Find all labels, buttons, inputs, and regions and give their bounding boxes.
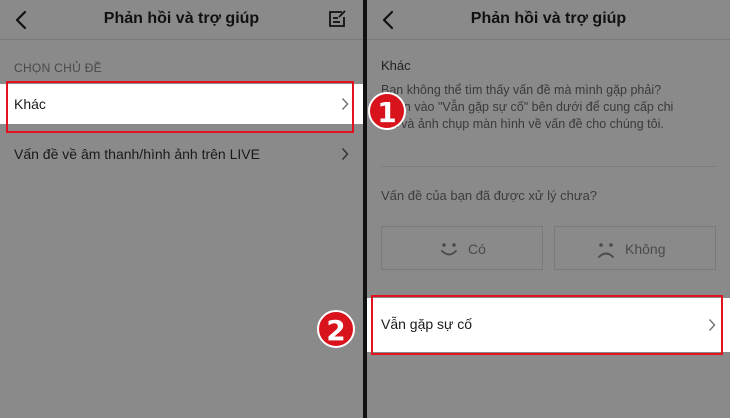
topic-item-live-av[interactable]: Vấn đề về âm thanh/hình ảnh trên LIVE	[0, 134, 363, 174]
header: Phản hồi và trợ giúp	[0, 0, 363, 40]
page-title: Phản hồi và trợ giúp	[103, 10, 260, 27]
vote-no-label: Không	[625, 241, 666, 257]
vote-yes-label: Có	[468, 241, 486, 257]
chevron-right-icon	[341, 147, 349, 161]
screenshot-stage: Phản hồi và trợ giúp CHỌN CHỦ ĐỀ Khác Vấ…	[0, 0, 730, 418]
edit-note-icon[interactable]	[327, 9, 347, 29]
smile-icon	[441, 243, 457, 256]
left-screen: Phản hồi và trợ giúp CHỌN CHỦ ĐỀ Khác Vấ…	[0, 0, 363, 418]
right-screen: Phản hồi và trợ giúp Khác Bạn không thể …	[367, 0, 730, 418]
description-line: tiết và ảnh chụp màn hình về vấn đề cho …	[381, 117, 664, 131]
topic-title: Khác	[381, 58, 411, 73]
highlight-box	[371, 295, 723, 355]
section-label: CHỌN CHỦ ĐỀ	[14, 61, 102, 75]
step-marker-2: 2	[317, 310, 355, 348]
divider	[381, 166, 716, 167]
resolved-question: Vấn đề của bạn đã được xử lý chưa?	[381, 188, 598, 203]
description-line: Chọn vào "Vẫn gặp sự cố" bên dưới để cun…	[381, 100, 674, 114]
topic-description: Bạn không thể tìm thấy vấn đề mà mình gặ…	[381, 82, 726, 133]
vote-yes-button[interactable]: Có	[381, 226, 543, 270]
page-title: Phản hồi và trợ giúp	[470, 10, 627, 27]
vote-no-button[interactable]: Không	[554, 226, 716, 270]
header: Phản hồi và trợ giúp	[367, 0, 730, 40]
description-line: Bạn không thể tìm thấy vấn đề mà mình gặ…	[381, 83, 662, 97]
topic-item-label: Vấn đề về âm thanh/hình ảnh trên LIVE	[14, 146, 260, 162]
highlight-box	[6, 81, 354, 133]
sad-face-icon	[598, 243, 614, 258]
step-marker-1: 1	[368, 92, 406, 130]
